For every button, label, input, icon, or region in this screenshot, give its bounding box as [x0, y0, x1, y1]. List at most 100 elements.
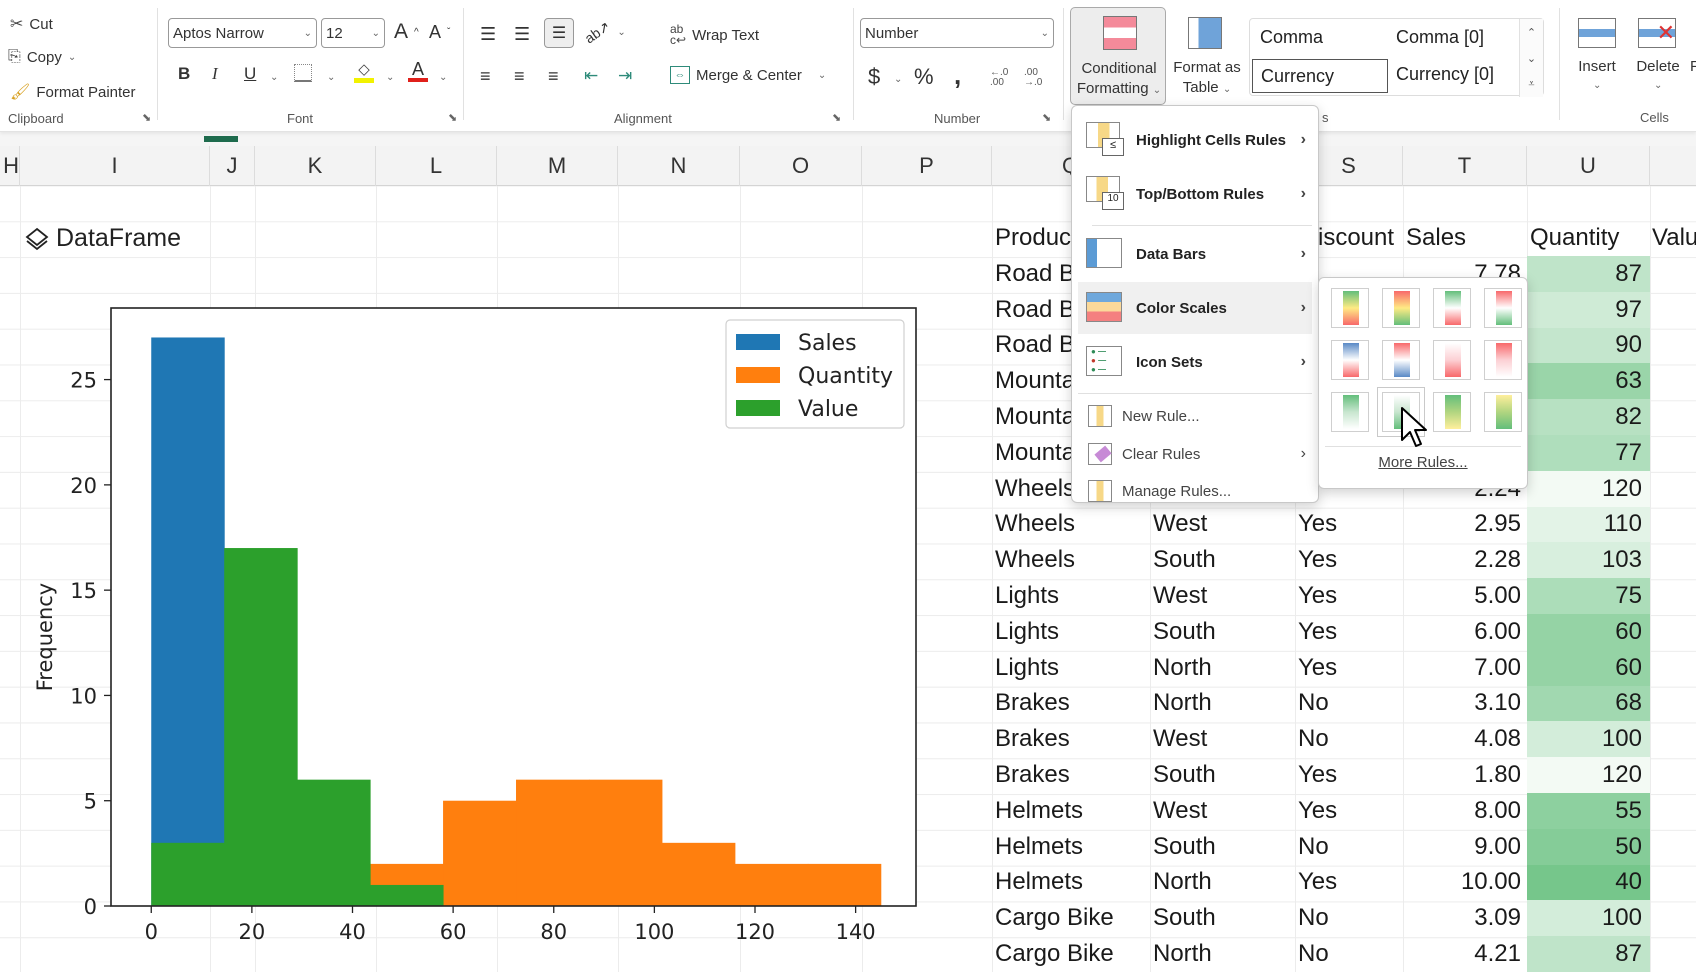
cell-product[interactable]: Helmets: [995, 829, 1145, 865]
menu-item-new-rule[interactable]: New Rule...: [1078, 398, 1312, 434]
dialog-launcher-icon[interactable]: ⬊: [832, 111, 841, 124]
column-header-l[interactable]: L: [376, 146, 497, 186]
column-header-h[interactable]: H: [0, 146, 20, 186]
align-right-button[interactable]: ≡: [548, 66, 559, 87]
menu-item-highlight-cells-rules[interactable]: ≤ Highlight Cells Rules ›: [1078, 114, 1312, 166]
header-value[interactable]: Valu: [1652, 220, 1696, 256]
decrease-font-size-button[interactable]: Aˇ: [429, 22, 450, 43]
column-header-k[interactable]: K: [255, 146, 376, 186]
cell-quantity[interactable]: 77: [1527, 435, 1650, 471]
cell-region[interactable]: North: [1153, 686, 1293, 722]
color-scale-blue-white-red[interactable]: [1331, 340, 1369, 380]
cell-discount[interactable]: No: [1298, 829, 1398, 865]
cell-discount[interactable]: No: [1298, 721, 1398, 757]
header-discount[interactable]: iscount: [1318, 220, 1403, 256]
decrease-indent-button[interactable]: ⇤: [584, 66, 598, 86]
column-header-t[interactable]: T: [1403, 146, 1527, 186]
cell-product[interactable]: Lights: [995, 614, 1145, 650]
copy-button[interactable]: ⎘ Copy ⌄: [8, 48, 76, 66]
cell-discount[interactable]: Yes: [1298, 542, 1398, 578]
cell-discount[interactable]: No: [1298, 900, 1398, 936]
cell-quantity[interactable]: 60: [1527, 614, 1650, 650]
histogram-chart[interactable]: 0 20 40 60 80 100 120 140 0 5 10 15 20 25 Frequency Sal…: [0, 290, 930, 970]
font-name-select[interactable]: Aptos Narrow ⌄: [168, 18, 317, 48]
cell-quantity[interactable]: 100: [1527, 721, 1650, 758]
menu-item-data-bars[interactable]: Data Bars ›: [1078, 228, 1312, 280]
menu-item-icon-sets[interactable]: ● — ● — ● — Icon Sets ›: [1078, 336, 1312, 388]
cell-quantity[interactable]: 100: [1527, 900, 1650, 937]
cell-sales[interactable]: 6.00: [1403, 614, 1527, 650]
cell-region[interactable]: North: [1153, 650, 1293, 686]
column-header-u[interactable]: U: [1527, 146, 1650, 186]
borders-button[interactable]: [294, 64, 312, 82]
cell-quantity[interactable]: 87: [1527, 256, 1650, 292]
italic-button[interactable]: I: [212, 64, 218, 84]
style-comma[interactable]: Comma: [1260, 27, 1323, 48]
cell-sales[interactable]: 3.09: [1403, 900, 1527, 936]
column-header-n[interactable]: N: [618, 146, 740, 186]
cell-region[interactable]: South: [1153, 614, 1293, 650]
cell-product[interactable]: Cargo Bike: [995, 936, 1145, 972]
bottom-align-button[interactable]: ☰: [544, 18, 574, 48]
style-currency[interactable]: Currency: [1252, 59, 1388, 93]
accounting-dropdown-icon[interactable]: ⌄: [894, 74, 902, 85]
color-scale-white-red[interactable]: [1433, 340, 1471, 380]
middle-align-button[interactable]: ☰: [514, 24, 530, 45]
align-left-button[interactable]: ≡: [480, 66, 491, 87]
chevron-down-icon[interactable]: ⌄: [68, 52, 76, 63]
cell-product[interactable]: Helmets: [995, 865, 1145, 901]
cell-product[interactable]: Wheels: [995, 507, 1145, 543]
comma-style-button[interactable]: ,: [954, 60, 961, 91]
format-painter-button[interactable]: 🖌 Format Painter: [10, 82, 136, 102]
fill-color-dropdown-icon[interactable]: ⌄: [386, 72, 394, 83]
cell-region[interactable]: West: [1153, 507, 1293, 543]
cell-region[interactable]: West: [1153, 578, 1293, 614]
cell-quantity[interactable]: 82: [1527, 399, 1650, 435]
cell-discount[interactable]: Yes: [1298, 793, 1398, 829]
cell-discount[interactable]: No: [1298, 936, 1398, 972]
column-header-p[interactable]: P: [862, 146, 992, 186]
cell-discount[interactable]: Yes: [1298, 614, 1398, 650]
cell-quantity[interactable]: 63: [1527, 363, 1650, 400]
font-color-button[interactable]: A: [408, 60, 428, 82]
cell-quantity[interactable]: 110: [1527, 506, 1650, 543]
center-button[interactable]: ≡: [514, 66, 525, 87]
delete-button[interactable]: ✕ Delete ⌄: [1628, 14, 1688, 94]
dialog-launcher-icon[interactable]: ⬊: [142, 111, 151, 124]
cell-region[interactable]: South: [1153, 900, 1293, 936]
cell-quantity[interactable]: 120: [1527, 470, 1650, 507]
cell-sales[interactable]: 3.10: [1403, 686, 1527, 722]
format-button-partial[interactable]: F: [1690, 58, 1696, 75]
cell-product[interactable]: Lights: [995, 650, 1145, 686]
style-comma-0[interactable]: Comma [0]: [1396, 27, 1484, 48]
cell-quantity[interactable]: 68: [1527, 685, 1650, 722]
cell-region[interactable]: North: [1153, 865, 1293, 901]
menu-item-top-bottom-rules[interactable]: 10 Top/Bottom Rules ›: [1078, 168, 1312, 220]
top-align-button[interactable]: ☰: [480, 24, 496, 45]
header-sales[interactable]: Sales: [1406, 220, 1516, 256]
cell-quantity[interactable]: 40: [1527, 864, 1650, 901]
menu-item-clear-rules[interactable]: Clear Rules ›: [1078, 436, 1312, 472]
gallery-scroll-down-button[interactable]: ⌄: [1519, 45, 1543, 71]
cell-region[interactable]: West: [1153, 721, 1293, 757]
dialog-launcher-icon[interactable]: ⬊: [448, 111, 457, 124]
color-scale-green-white[interactable]: [1331, 392, 1369, 432]
cell-quantity[interactable]: 55: [1527, 793, 1650, 829]
dialog-launcher-icon[interactable]: ⬊: [1042, 111, 1051, 124]
cell-sales[interactable]: 5.00: [1403, 578, 1527, 614]
wrap-text-button[interactable]: ab c↩ Wrap Text: [670, 23, 759, 46]
cell-region[interactable]: West: [1153, 793, 1293, 829]
increase-decimal-button[interactable]: ←.0.00: [990, 68, 1008, 88]
cell-sales[interactable]: 2.95: [1403, 507, 1527, 543]
number-format-select[interactable]: Number ⌄: [860, 18, 1054, 48]
borders-dropdown-icon[interactable]: ⌄: [327, 72, 335, 83]
cell-discount[interactable]: Yes: [1298, 757, 1398, 793]
cell-sales[interactable]: 9.00: [1403, 829, 1527, 865]
cell-sales[interactable]: 2.28: [1403, 542, 1527, 578]
cell-product[interactable]: Cargo Bike: [995, 900, 1145, 936]
decrease-decimal-button[interactable]: .00 →.0: [1024, 68, 1042, 88]
gallery-expand-button[interactable]: ⩡: [1519, 71, 1543, 97]
cell-region[interactable]: North: [1153, 936, 1293, 972]
cell-quantity[interactable]: 97: [1527, 291, 1650, 328]
percent-style-button[interactable]: %: [914, 64, 934, 90]
